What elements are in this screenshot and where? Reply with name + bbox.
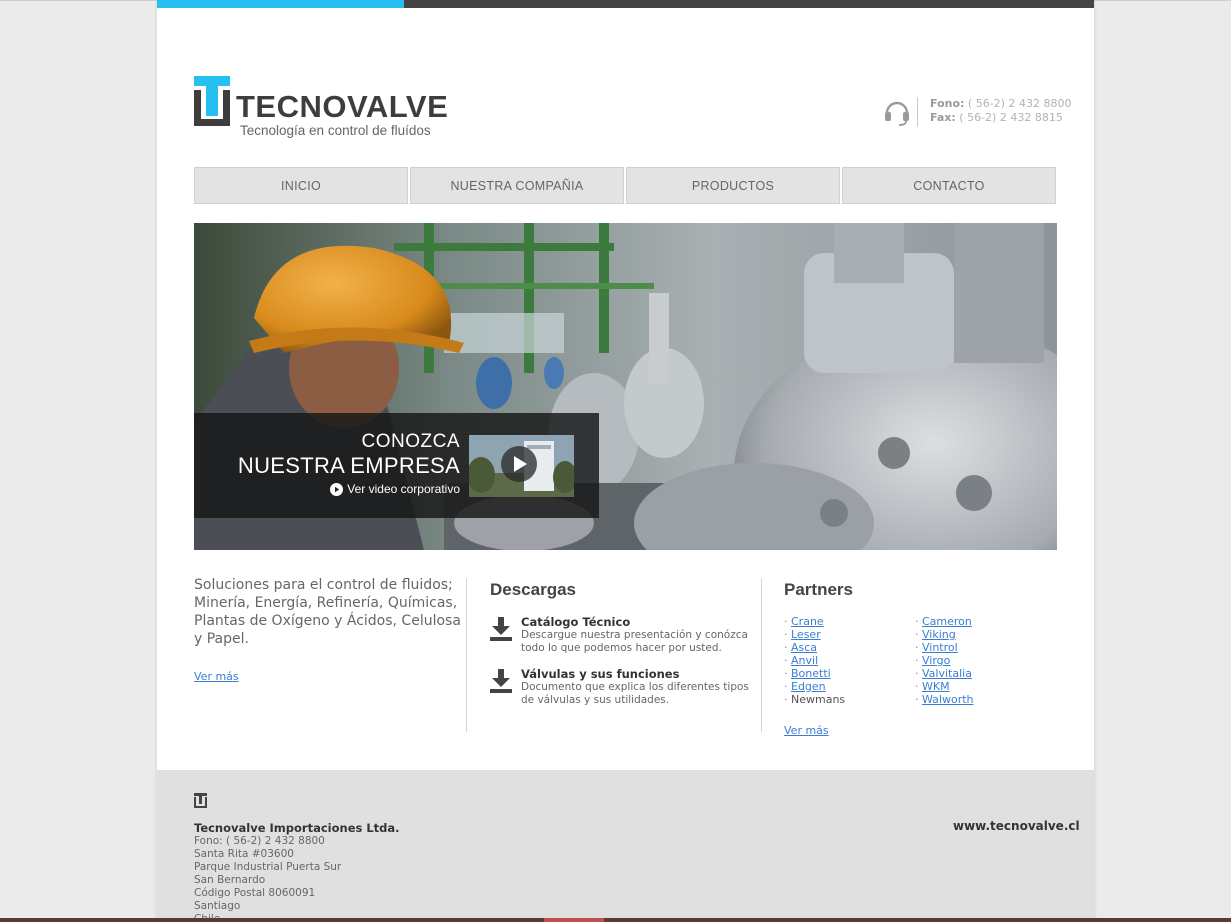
partner-text-newmans: Newmans xyxy=(791,693,846,706)
download-icon[interactable] xyxy=(490,617,512,641)
partner-link-vintrol[interactable]: Vintrol xyxy=(922,641,958,654)
fax-number: ( 56-2) 2 432 8815 xyxy=(955,111,1063,124)
partners-column-2: · Cameron · Viking · Vintrol · Virgo · V… xyxy=(915,615,1046,706)
list-item: · Viking xyxy=(915,628,956,641)
hero-heading-line2: NUESTRA EMPRESA xyxy=(237,453,460,478)
logo-wordmark: TECNOVALVE xyxy=(236,89,449,124)
top-accent-bar xyxy=(157,0,1094,8)
video-thumbnail[interactable] xyxy=(469,435,574,497)
download-description: Documento que explica los diferentes tip… xyxy=(521,681,749,706)
list-item: · Bonetti xyxy=(784,667,831,680)
video-link-label: Ver video corporativo xyxy=(347,482,460,496)
site-logo[interactable]: TECNOVALVE Tecnología en control de fluí… xyxy=(194,76,454,140)
headset-icon xyxy=(885,101,909,126)
list-item: · WKM xyxy=(915,680,950,693)
list-item: · Leser xyxy=(784,628,821,641)
partner-link-crane[interactable]: Crane xyxy=(791,615,824,628)
list-item: · Valvitalia xyxy=(915,667,972,680)
partner-link-edgen[interactable]: Edgen xyxy=(791,680,826,693)
partner-link-virgo[interactable]: Virgo xyxy=(922,654,950,667)
play-circle-icon xyxy=(330,482,344,496)
column-divider xyxy=(761,578,762,732)
logo-mark-icon xyxy=(194,76,230,126)
footer-company-name: Tecnovalve Importaciones Ltda. xyxy=(194,821,400,835)
list-item: · Virgo xyxy=(915,654,951,667)
partner-link-asca[interactable]: Asca xyxy=(791,641,817,654)
video-link[interactable]: Ver video corporativo xyxy=(330,482,460,496)
partner-link-wkm[interactable]: WKM xyxy=(922,680,950,693)
list-item: · Cameron xyxy=(915,615,972,628)
footer-park: Parque Industrial Puerta Sur xyxy=(194,861,342,873)
browser-bottom-accent xyxy=(544,918,604,922)
hero-heading-line1: CONOZCA xyxy=(361,431,460,452)
list-item: · Edgen xyxy=(784,680,826,693)
downloads-title: Descargas xyxy=(490,580,577,599)
hero-banner: CONOZCA NUESTRA EMPRESA Ver video corpor… xyxy=(194,223,1057,550)
downloads-section: Descargas Catálogo Técnico Descargue nue… xyxy=(490,580,755,707)
list-item: · Anvil xyxy=(784,654,819,667)
logo-mark-small-icon xyxy=(194,793,207,808)
list-item: · Crane xyxy=(784,615,824,628)
column-divider xyxy=(466,578,467,732)
download-item: Catálogo Técnico Descargue nuestra prese… xyxy=(490,615,755,655)
nav-item-inicio[interactable]: INICIO xyxy=(194,167,408,204)
download-title[interactable]: Válvulas y sus funciones xyxy=(521,667,755,681)
fax-label: Fax: xyxy=(930,111,956,124)
top-accent-blue xyxy=(157,0,404,8)
footer-postal-code: Código Postal 8060091 xyxy=(194,887,316,899)
browser-bottom-border xyxy=(0,918,1231,922)
phone-label: Fono: xyxy=(930,97,965,110)
partners-title: Partners xyxy=(784,580,853,599)
partners-column-1: · Crane · Leser · Asca · Anvil · Bonetti… xyxy=(784,615,915,706)
partner-link-anvil[interactable]: Anvil xyxy=(791,654,818,667)
download-description: Descargue nuestra presentación y conózca… xyxy=(521,629,748,654)
partners-more-link[interactable]: Ver más xyxy=(784,724,829,737)
partners-section: Partners · Crane · Leser · Asca · Anvil … xyxy=(784,580,1064,738)
nav-item-productos[interactable]: PRODUCTOS xyxy=(626,167,840,204)
footer-phone: Fono: ( 56-2) 2 432 8800 xyxy=(194,835,325,847)
download-title[interactable]: Catálogo Técnico xyxy=(521,615,755,629)
partner-link-walworth[interactable]: Walworth xyxy=(922,693,974,706)
footer-address: Fono: ( 56-2) 2 432 8800 Santa Rita #036… xyxy=(194,835,341,922)
logo-tagline: Tecnología en control de fluídos xyxy=(240,123,431,138)
intro-more-link[interactable]: Ver más xyxy=(194,670,239,683)
page-container: TECNOVALVE Tecnología en control de fluí… xyxy=(157,0,1094,922)
intro-text: Soluciones para el control de fluidos; M… xyxy=(194,577,461,647)
partner-link-viking[interactable]: Viking xyxy=(922,628,956,641)
nav-item-contacto[interactable]: CONTACTO xyxy=(842,167,1056,204)
footer-website[interactable]: www.tecnovalve.cl xyxy=(953,819,1080,833)
partner-link-leser[interactable]: Leser xyxy=(791,628,821,641)
partners-list: · Crane · Leser · Asca · Anvil · Bonetti… xyxy=(784,615,1064,706)
contact-divider xyxy=(917,97,918,127)
phone-number: ( 56-2) 2 432 8800 xyxy=(964,97,1072,110)
partner-link-bonetti[interactable]: Bonetti xyxy=(791,667,831,680)
main-nav: INICIO NUESTRA COMPAÑIA PRODUCTOS CONTAC… xyxy=(194,167,1056,204)
nav-item-nuestra-compania[interactable]: NUESTRA COMPAÑIA xyxy=(410,167,624,204)
list-item: · Vintrol xyxy=(915,641,958,654)
hero-video-panel: CONOZCA NUESTRA EMPRESA Ver video corpor… xyxy=(194,413,599,518)
contact-info: Fono: ( 56-2) 2 432 8800 Fax: ( 56-2) 2 … xyxy=(930,97,1071,125)
video-thumbnail-image xyxy=(469,435,574,497)
partner-link-valvitalia[interactable]: Valvitalia xyxy=(922,667,972,680)
list-item: · Asca xyxy=(784,641,818,654)
list-item: · Walworth xyxy=(915,693,974,706)
site-footer: Tecnovalve Importaciones Ltda. Fono: ( 5… xyxy=(157,770,1094,922)
download-item: Válvulas y sus funciones Documento que e… xyxy=(490,667,755,707)
footer-commune: San Bernardo xyxy=(194,874,266,886)
intro-section: Soluciones para el control de fluidos; M… xyxy=(194,576,464,684)
download-icon[interactable] xyxy=(490,669,512,693)
footer-city: Santiago xyxy=(194,900,241,912)
list-item: · Newmans xyxy=(784,693,846,706)
partner-link-cameron[interactable]: Cameron xyxy=(922,615,972,628)
footer-street: Santa Rita #03600 xyxy=(194,848,294,860)
